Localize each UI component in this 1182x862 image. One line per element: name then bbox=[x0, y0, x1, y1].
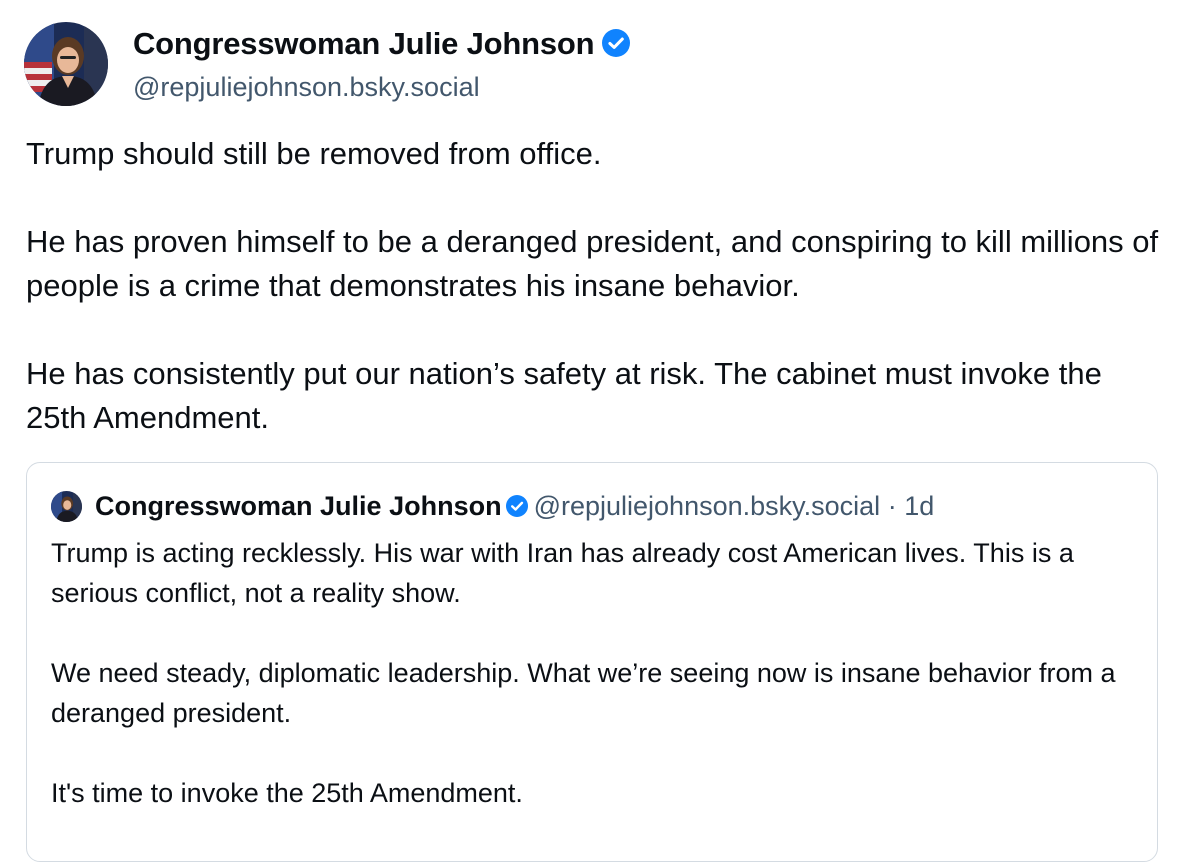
quoted-author-name[interactable]: Congresswoman Julie Johnson bbox=[95, 491, 502, 521]
verified-check-icon bbox=[602, 29, 631, 58]
post-paragraph: He has consistently put our nation’s saf… bbox=[26, 356, 1102, 435]
post-body: Trump should still be removed from offic… bbox=[26, 132, 1166, 440]
avatar-photo-icon bbox=[24, 22, 108, 106]
author-display-name[interactable]: Congresswoman Julie Johnson bbox=[133, 24, 631, 64]
verified-check-icon bbox=[505, 494, 528, 517]
post-paragraph: Trump should still be removed from offic… bbox=[26, 136, 602, 171]
quoted-post-card[interactable]: Congresswoman Julie Johnson @repjuliejoh… bbox=[26, 462, 1158, 862]
author-handle[interactable]: @repjuliejohnson.bsky.social bbox=[133, 70, 480, 104]
quoted-author-avatar[interactable] bbox=[51, 491, 82, 522]
post: Congresswoman Julie Johnson @repjuliejoh… bbox=[0, 0, 1182, 862]
quoted-post-timestamp[interactable]: 1d bbox=[904, 491, 934, 521]
author-avatar[interactable] bbox=[24, 22, 108, 106]
quoted-paragraph: It's time to invoke the 25th Amendment. bbox=[51, 778, 523, 808]
post-paragraph: He has proven himself to be a deranged p… bbox=[26, 224, 1159, 303]
quoted-post-header: Congresswoman Julie Johnson @repjuliejoh… bbox=[95, 487, 934, 525]
header-separator: · bbox=[887, 491, 897, 521]
quoted-author-handle[interactable]: @repjuliejohnson.bsky.social bbox=[534, 491, 881, 521]
avatar-photo-icon bbox=[51, 491, 82, 522]
author-name-text: Congresswoman Julie Johnson bbox=[133, 26, 595, 61]
quoted-post-body: Trump is acting recklessly. His war with… bbox=[51, 533, 1141, 813]
quoted-paragraph: We need steady, diplomatic leadership. W… bbox=[51, 658, 1116, 728]
quoted-paragraph: Trump is acting recklessly. His war with… bbox=[51, 538, 1074, 608]
